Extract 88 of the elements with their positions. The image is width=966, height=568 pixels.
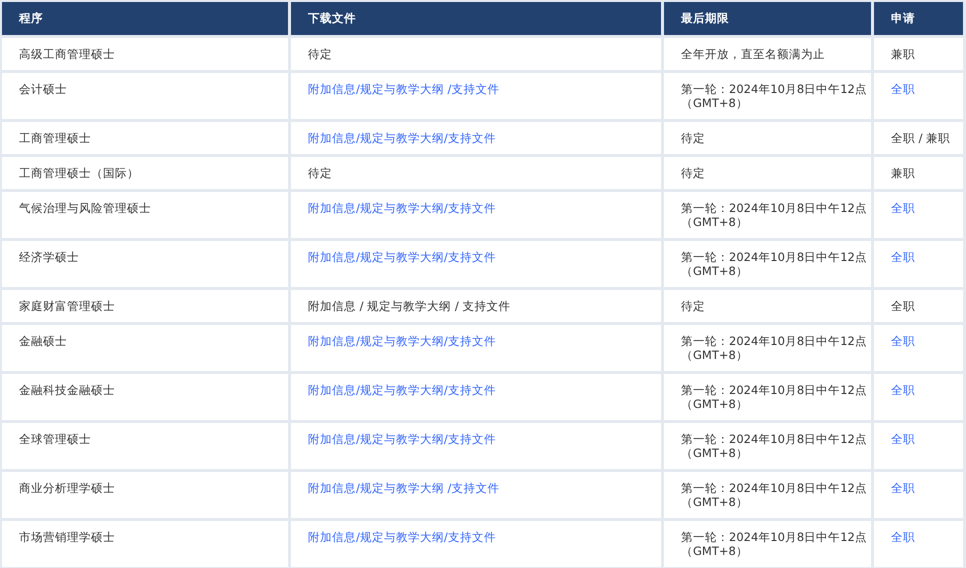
download-link[interactable]: 规定与教学大纲 (360, 250, 444, 264)
download-link[interactable]: 规定与教学大纲 (360, 383, 444, 397)
download-link[interactable]: 附加信息 (308, 82, 356, 96)
cell-text: 待定 (308, 47, 332, 61)
download-link[interactable]: 规定与教学大纲 (360, 82, 444, 96)
deadline-text: 第一轮：2024年10月8日中午12点（GMT+8） (681, 432, 867, 460)
separator: / (444, 383, 448, 397)
program-name: 商业分析理学硕士 (19, 481, 115, 495)
download-link[interactable]: 支持文件 (448, 334, 496, 348)
download-link[interactable]: 附加信息 (308, 250, 356, 264)
column-header: 下载文件 (291, 2, 661, 35)
apply-link[interactable]: 全职 (891, 250, 915, 264)
separator: / (356, 432, 360, 446)
deadline-text: 待定 (681, 299, 705, 313)
separator: / (356, 201, 360, 215)
cell-text: 全职 (891, 299, 915, 313)
separator: / (356, 250, 360, 264)
program-name: 经济学硕士 (19, 250, 79, 264)
program-name: 市场营销理学硕士 (19, 530, 115, 544)
program-name: 工商管理硕士 (19, 131, 91, 145)
download-link[interactable]: 支持文件 (448, 201, 496, 215)
separator: / (444, 131, 448, 145)
download-link[interactable]: 支持文件 (451, 481, 500, 495)
program-name: 会计硕士 (19, 82, 67, 96)
apply-link[interactable]: 全职 (891, 334, 915, 348)
cell-text: 全职 / 兼职 (891, 131, 950, 145)
separator: / (444, 432, 448, 446)
apply-link[interactable]: 全职 (891, 432, 915, 446)
download-link[interactable]: 支持文件 (448, 383, 496, 397)
apply-link[interactable]: 全职 (891, 481, 915, 495)
separator: / (444, 250, 448, 264)
download-link[interactable]: 支持文件 (448, 432, 496, 446)
download-link[interactable]: 规定与教学大纲 (360, 481, 444, 495)
download-link[interactable]: 附加信息 (308, 432, 356, 446)
download-link[interactable]: 支持文件 (448, 131, 496, 145)
cell-text: 待定 (308, 166, 332, 180)
deadline-text: 待定 (681, 166, 705, 180)
separator: / (356, 131, 360, 145)
deadline-text: 全年开放，直至名额满为止 (681, 47, 825, 61)
column-header: 申请 (874, 2, 963, 35)
separator: / (446, 481, 452, 495)
deadline-text: 第一轮：2024年10月8日中午12点（GMT+8） (681, 481, 867, 509)
apply-link[interactable]: 全职 (891, 530, 915, 544)
separator: / (444, 530, 448, 544)
download-link[interactable]: 支持文件 (451, 82, 500, 96)
separator: / (356, 530, 360, 544)
separator: / (446, 82, 452, 96)
deadline-text: 第一轮：2024年10月8日中午12点（GMT+8） (681, 201, 867, 229)
separator: / (444, 201, 448, 215)
download-link[interactable]: 规定与教学大纲 (360, 334, 444, 348)
deadline-text: 第一轮：2024年10月8日中午12点（GMT+8） (681, 530, 867, 558)
cell-text: 兼职 (891, 166, 915, 180)
download-link[interactable]: 规定与教学大纲 (360, 530, 444, 544)
separator: / (356, 383, 360, 397)
program-name: 工商管理硕士（国际） (19, 166, 139, 180)
apply-link[interactable]: 全职 (891, 82, 915, 96)
download-link[interactable]: 支持文件 (448, 530, 496, 544)
separator: / (444, 334, 448, 348)
program-name: 金融科技金融硕士 (19, 383, 115, 397)
download-link[interactable]: 规定与教学大纲 (360, 432, 444, 446)
download-link[interactable]: 支持文件 (448, 250, 496, 264)
download-link[interactable]: 附加信息 (308, 201, 356, 215)
download-link[interactable]: 附加信息 (308, 334, 356, 348)
program-name: 家庭财富管理硕士 (19, 299, 115, 313)
program-name: 高级工商管理硕士 (19, 47, 115, 61)
deadline-text: 第一轮：2024年10月8日中午12点（GMT+8） (681, 383, 867, 411)
separator: / (356, 82, 360, 96)
apply-link[interactable]: 全职 (891, 201, 915, 215)
deadline-text: 第一轮：2024年10月8日中午12点（GMT+8） (681, 250, 867, 278)
deadline-text: 第一轮：2024年10月8日中午12点（GMT+8） (681, 334, 867, 362)
download-link[interactable]: 附加信息 (308, 530, 356, 544)
download-link[interactable]: 规定与教学大纲 (360, 131, 444, 145)
program-name: 全球管理硕士 (19, 432, 91, 446)
apply-link[interactable]: 全职 (891, 383, 915, 397)
program-name: 金融硕士 (19, 334, 67, 348)
cell-text: 兼职 (891, 47, 915, 61)
column-header: 最后期限 (664, 2, 871, 35)
download-link[interactable]: 规定与教学大纲 (360, 201, 444, 215)
column-header: 程序 (2, 2, 288, 35)
download-link[interactable]: 附加信息 (308, 131, 356, 145)
deadline-text: 第一轮：2024年10月8日中午12点（GMT+8） (681, 82, 867, 110)
separator: / (356, 481, 360, 495)
cell-text: 附加信息 / 规定与教学大纲 / 支持文件 (308, 299, 510, 313)
separator: / (356, 334, 360, 348)
download-link[interactable]: 附加信息 (308, 383, 356, 397)
program-name: 气候治理与风险管理硕士 (19, 201, 151, 215)
deadline-text: 待定 (681, 131, 705, 145)
download-link[interactable]: 附加信息 (308, 481, 356, 495)
